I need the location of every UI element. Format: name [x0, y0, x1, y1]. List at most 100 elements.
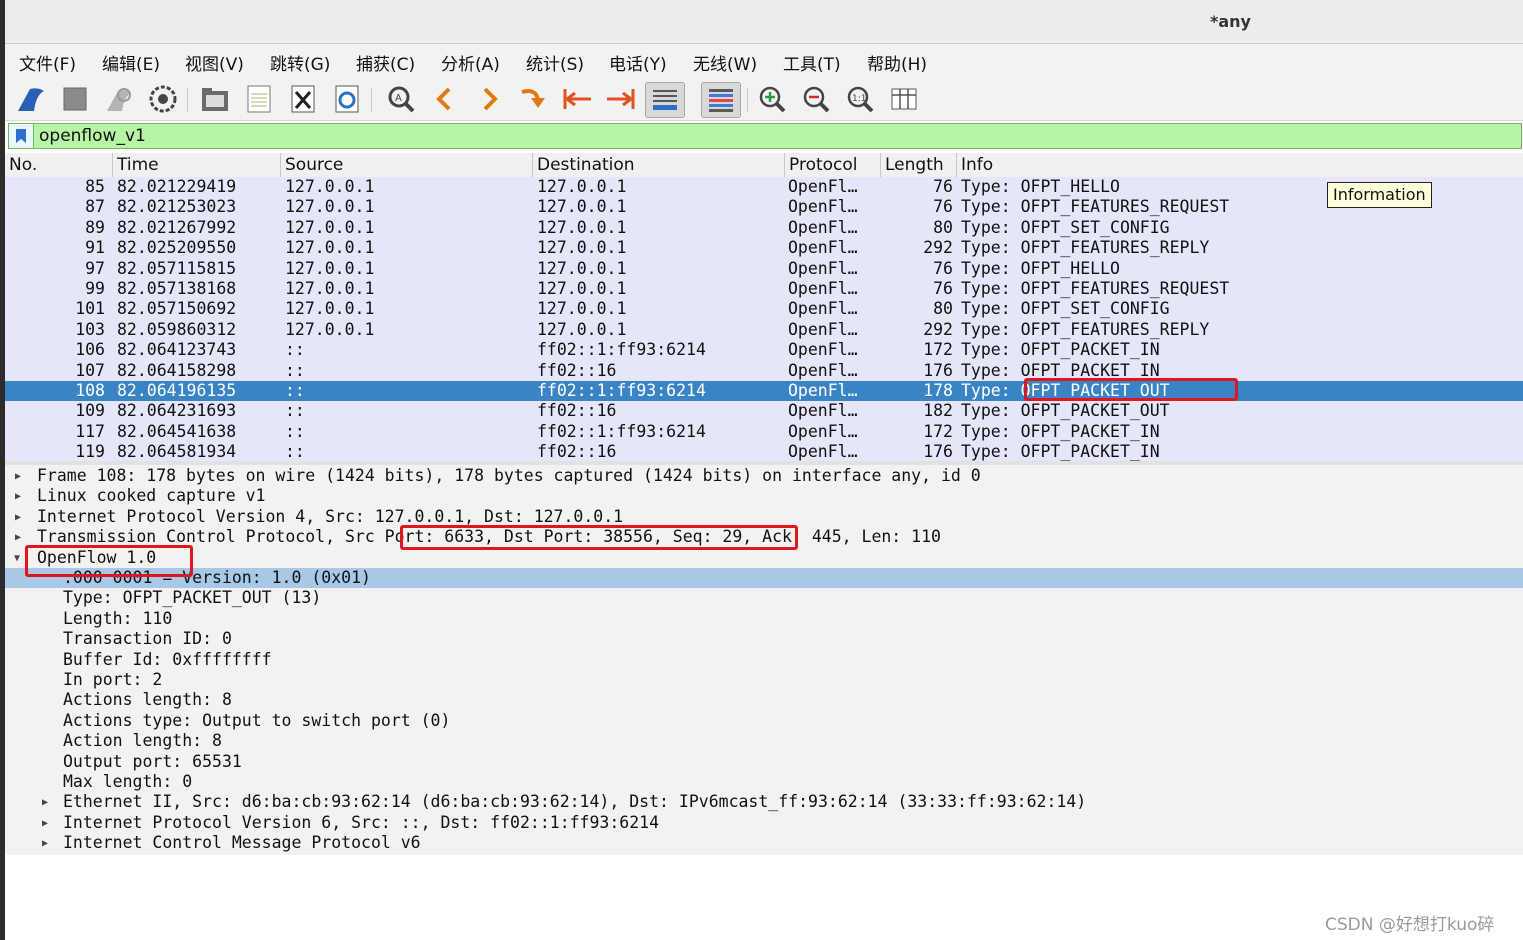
zoom-normal-icon[interactable]: 1:1 — [843, 82, 877, 116]
column-header-destination[interactable]: Destination — [532, 153, 784, 177]
collapse-arrow-icon[interactable]: ▼ — [14, 549, 20, 569]
menu-edit[interactable]: 编辑(E) — [100, 50, 162, 75]
open-folder-icon[interactable] — [198, 82, 232, 116]
packet-no: 109 — [75, 401, 105, 421]
packet-length: 76 — [933, 197, 953, 217]
tree-item-linux-cooked[interactable]: ▶ Linux cooked capture v1 — [5, 486, 1523, 506]
packet-row[interactable]: 91 82.025209550 127.0.0.1 127.0.0.1 Open… — [5, 238, 1523, 258]
resize-columns-icon[interactable] — [887, 82, 921, 116]
packet-destination: ff02::16 — [537, 360, 617, 380]
tree-item-output-port[interactable]: Output port: 65531 — [5, 752, 1523, 772]
menu-help[interactable]: 帮助(H) — [865, 50, 929, 75]
menu-file[interactable]: 文件(F) — [17, 50, 78, 75]
display-filter-bar — [8, 123, 1522, 149]
expand-arrow-icon[interactable]: ▶ — [15, 487, 21, 507]
packet-row[interactable]: 97 82.057115815 127.0.0.1 127.0.0.1 Open… — [5, 259, 1523, 279]
column-header-length[interactable]: Length — [880, 153, 956, 177]
tree-item-ipv6[interactable]: ▶ Internet Protocol Version 6, Src: ::, … — [5, 813, 1523, 833]
tree-item-type[interactable]: Type: OFPT_PACKET_OUT (13) — [5, 588, 1523, 608]
first-packet-icon[interactable] — [560, 82, 594, 116]
packet-row[interactable]: 87 82.021253023 127.0.0.1 127.0.0.1 Open… — [5, 197, 1523, 217]
tree-item-version[interactable]: .000 0001 = Version: 1.0 (0x01) — [5, 568, 1523, 589]
bookmark-icon[interactable] — [9, 124, 34, 148]
packet-no: 87 — [85, 197, 105, 217]
packet-row[interactable]: 106 82.064123743 :: ff02::1:ff93:6214 Op… — [5, 340, 1523, 360]
packet-protocol: OpenFl… — [788, 177, 858, 196]
column-header-protocol[interactable]: Protocol — [784, 153, 880, 177]
packet-row[interactable]: 103 82.059860312 127.0.0.1 127.0.0.1 Ope… — [5, 320, 1523, 340]
packet-info: Type: OFPT_HELLO — [961, 177, 1120, 196]
colorize-icon[interactable] — [701, 82, 741, 118]
tree-item-action-length[interactable]: Action length: 8 — [5, 731, 1523, 751]
expand-arrow-icon[interactable]: ▶ — [15, 467, 21, 487]
goto-packet-icon[interactable] — [516, 82, 550, 116]
tree-item-openflow[interactable]: ▼ OpenFlow 1.0 — [5, 548, 1523, 568]
column-header-source[interactable]: Source — [280, 153, 532, 177]
expand-arrow-icon[interactable]: ▶ — [42, 814, 48, 834]
menu-view[interactable]: 视图(V) — [183, 50, 246, 75]
tree-item-icmpv6[interactable]: ▶ Internet Control Message Protocol v6 — [5, 833, 1523, 853]
packet-row[interactable]: 107 82.064158298 :: ff02::16 OpenFl… 176… — [5, 361, 1523, 381]
expand-arrow-icon[interactable]: ▶ — [15, 508, 21, 528]
autoscroll-icon[interactable] — [645, 82, 685, 118]
packet-no: 106 — [75, 340, 105, 360]
packet-no: 108 — [75, 381, 105, 400]
menu-analyze[interactable]: 分析(A) — [439, 50, 502, 75]
display-filter-input[interactable] — [39, 125, 1439, 147]
menu-statistics[interactable]: 统计(S) — [524, 50, 586, 75]
packet-row[interactable]: 117 82.064541638 :: ff02::1:ff93:6214 Op… — [5, 422, 1523, 442]
packet-info: Type: OFPT_HELLO — [961, 258, 1120, 278]
packet-length: 76 — [933, 177, 953, 196]
find-icon[interactable]: A — [384, 82, 418, 116]
packet-row[interactable]: 101 82.057150692 127.0.0.1 127.0.0.1 Ope… — [5, 299, 1523, 319]
expand-arrow-icon[interactable]: ▶ — [42, 793, 48, 813]
menu-go[interactable]: 跳转(G) — [268, 50, 332, 75]
expand-arrow-icon[interactable]: ▶ — [15, 528, 21, 548]
last-packet-icon[interactable] — [604, 82, 638, 116]
packet-info: Type: OFPT_FEATURES_REPLY — [961, 319, 1210, 339]
tree-item-buffer-id[interactable]: Buffer Id: 0xffffffff — [5, 650, 1523, 670]
menu-tools[interactable]: 工具(T) — [781, 50, 843, 75]
menu-wireless[interactable]: 无线(W) — [691, 50, 759, 75]
close-file-icon[interactable] — [286, 82, 320, 116]
column-header-time[interactable]: Time — [112, 153, 280, 177]
packet-row[interactable]: 109 82.064231693 :: ff02::16 OpenFl… 182… — [5, 401, 1523, 421]
back-arrow-icon[interactable] — [428, 82, 462, 116]
packet-row[interactable]: 119 82.064581934 :: ff02::16 OpenFl… 176… — [5, 442, 1523, 461]
packet-row[interactable]: 89 82.021267992 127.0.0.1 127.0.0.1 Open… — [5, 218, 1523, 238]
title-bar: *any — [5, 0, 1523, 44]
packet-protocol: OpenFl… — [788, 197, 858, 217]
packet-source: 127.0.0.1 — [285, 258, 375, 278]
tree-item-frame[interactable]: ▶ Frame 108: 178 bytes on wire (1424 bit… — [5, 466, 1523, 486]
tree-item-length[interactable]: Length: 110 — [5, 609, 1523, 629]
menu-capture[interactable]: 捕获(C) — [354, 50, 417, 75]
tree-item-label: Transaction ID: 0 — [63, 629, 232, 649]
packet-destination: 127.0.0.1 — [537, 258, 627, 278]
menu-telephony[interactable]: 电话(Y) — [607, 50, 669, 75]
packet-row[interactable]: 85 82.021229419 127.0.0.1 127.0.0.1 Open… — [5, 177, 1523, 197]
zoom-in-icon[interactable] — [755, 82, 789, 116]
tree-item-label: Actions type: Output to switch port (0) — [63, 710, 451, 730]
tree-item-actions-length[interactable]: Actions length: 8 — [5, 690, 1523, 710]
column-header-info[interactable]: Info — [956, 153, 1523, 177]
reload-icon[interactable] — [330, 82, 364, 116]
expand-arrow-icon[interactable]: ▶ — [42, 834, 48, 854]
stop-icon[interactable] — [58, 82, 92, 116]
tree-item-in-port[interactable]: In port: 2 — [5, 670, 1523, 690]
restart-icon[interactable] — [102, 82, 136, 116]
column-header-no[interactable]: No. — [5, 153, 112, 177]
zoom-out-icon[interactable] — [799, 82, 833, 116]
tree-item-actions-type[interactable]: Actions type: Output to switch port (0) — [5, 711, 1523, 731]
forward-arrow-icon[interactable] — [472, 82, 506, 116]
tree-item-max-length[interactable]: Max length: 0 — [5, 772, 1523, 792]
packet-length: 80 — [933, 299, 953, 319]
shark-fin-icon[interactable] — [14, 82, 48, 116]
tree-item-transaction-id[interactable]: Transaction ID: 0 — [5, 629, 1523, 649]
options-gear-icon[interactable] — [146, 82, 180, 116]
save-file-icon[interactable] — [242, 82, 276, 116]
packet-source: 127.0.0.1 — [285, 299, 375, 319]
packet-row[interactable]: 99 82.057138168 127.0.0.1 127.0.0.1 Open… — [5, 279, 1523, 299]
packet-source: 127.0.0.1 — [285, 177, 375, 196]
tree-item-ethernet[interactable]: ▶ Ethernet II, Src: d6:ba:cb:93:62:14 (d… — [5, 792, 1523, 812]
packet-row-selected[interactable]: 108 82.064196135 :: ff02::1:ff93:6214 Op… — [5, 381, 1523, 402]
